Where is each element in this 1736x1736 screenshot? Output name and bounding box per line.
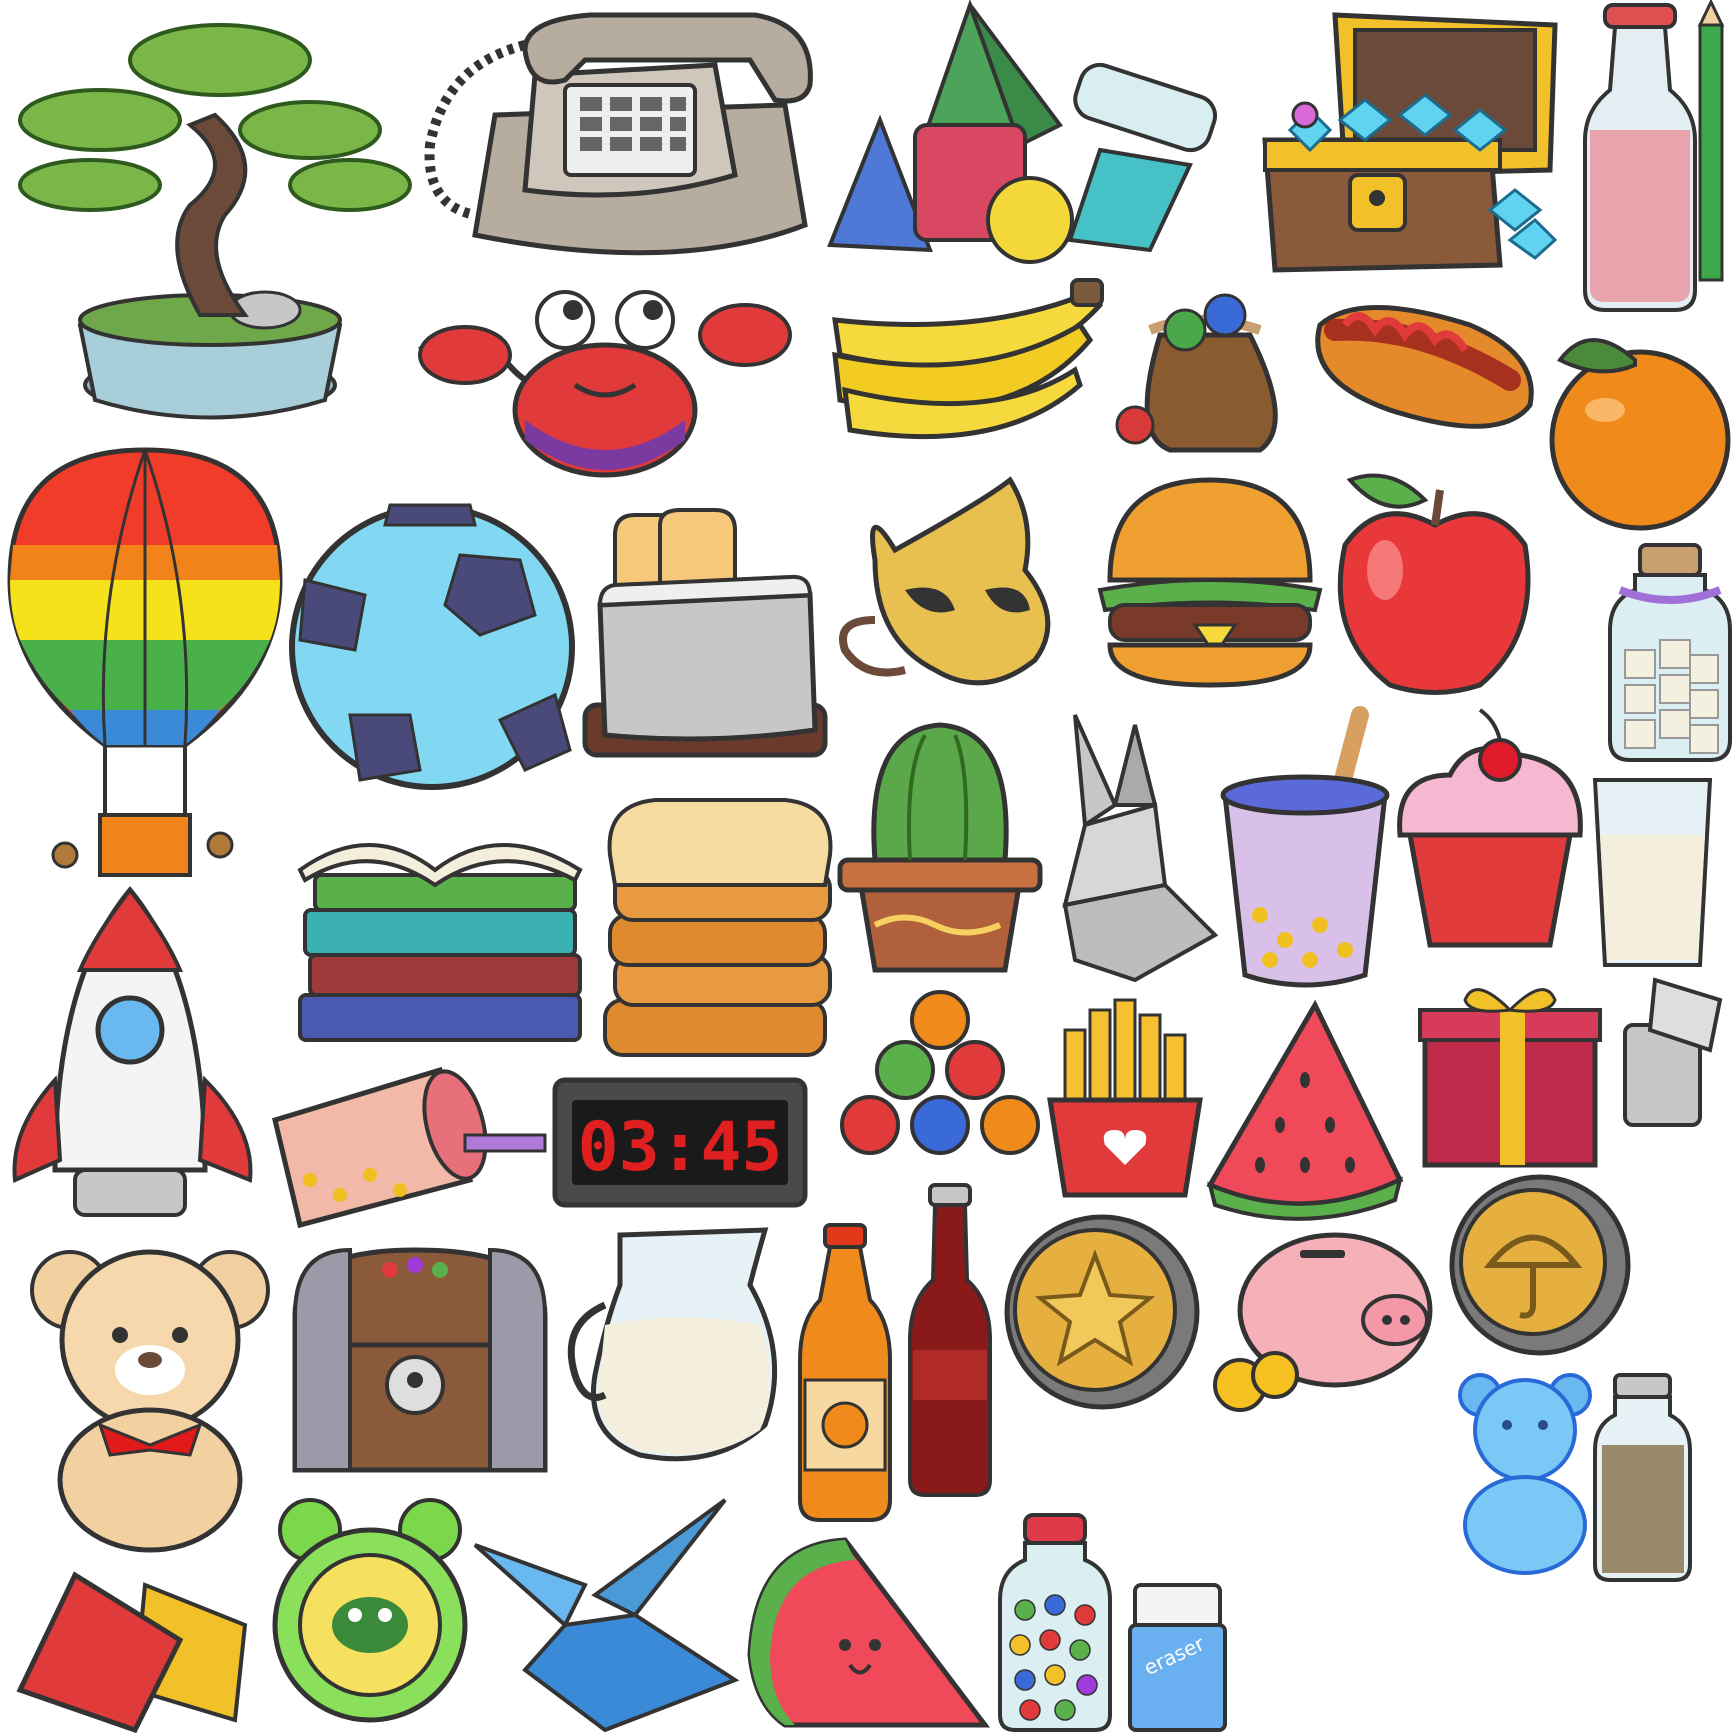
potted-cactus-icon [835,710,1045,980]
watermelon-wedge-icon [1205,999,1405,1221]
coin-jar-icon [1590,1370,1695,1585]
red-crab-icon [415,290,800,480]
eraser-icon: eraser [1125,1580,1230,1735]
milk-glass-icon [1590,775,1715,975]
cat-mask-icon [835,470,1095,700]
star-coin-icon [1000,1210,1205,1415]
origami-paper-icon [15,1570,270,1735]
watermelon-slice-icon [745,1535,991,1735]
hamburger-icon [1095,470,1325,695]
bubble-tea-cup-icon [1210,705,1395,995]
red-apple-icon [1330,465,1540,700]
treasure-chest-gems-icon [1250,0,1565,280]
marble-pouch-icon [1110,285,1295,465]
toy-rocket-icon [5,880,260,1230]
cherry-cupcake-icon [1390,705,1590,955]
geometric-shapes-icon [820,0,1240,275]
tipped-drink-cup-icon [260,1050,550,1235]
bread-slices-stack-icon [595,795,840,1065]
sprite-sheet: 03:45 eraser [0,0,1736,1736]
bonsai-tree-icon [10,15,412,435]
candy-marble-jar-icon [995,1510,1115,1735]
digital-clock-icon: 03:45 [550,1075,810,1215]
clock-display: 03:45 [578,1108,783,1187]
frog-alarm-clock-icon [270,1490,470,1735]
cola-bottle-icon [905,1180,995,1500]
gift-box-icon [1415,970,1605,1170]
soccer-ball-icon [285,500,580,795]
marble-pyramid-icon [840,985,1040,1160]
origami-rabbit-icon [1045,705,1220,985]
glass-bottle-pencil-icon [1570,0,1735,320]
piggy-bank-icon [1200,1225,1445,1415]
book-stack-icon [290,800,590,1050]
banana-bunch-icon [820,275,1110,440]
toaster-icon [580,505,835,760]
teddy-bear-icon [25,1245,275,1555]
zippo-lighter-icon [1615,970,1725,1130]
sugar-cube-jar-icon [1605,540,1735,765]
orange-fruit-icon [1540,320,1735,535]
orange-soda-bottle-icon [795,1220,895,1525]
hot-dog-icon [1300,285,1540,445]
hot-air-balloon-icon [5,445,285,880]
paper-crane-icon [465,1495,740,1735]
umbrella-coin-icon [1445,1170,1635,1360]
milk-pitcher-icon [565,1225,790,1470]
gummy-bear-icon [1445,1370,1605,1575]
rotary-telephone-icon [415,5,825,280]
french-fries-icon [1040,990,1210,1205]
locked-treasure-chest-icon [275,1235,565,1480]
